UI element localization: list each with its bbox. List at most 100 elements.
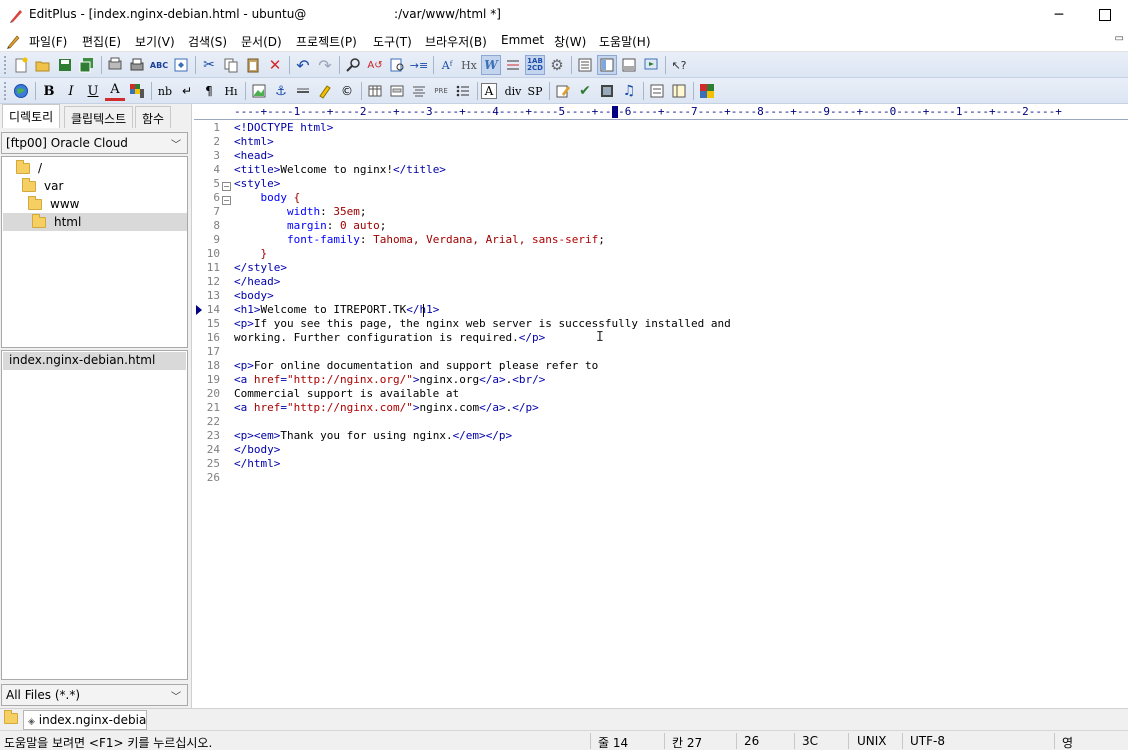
edit-icon[interactable] — [553, 81, 573, 101]
toolbar-grip[interactable] — [4, 56, 7, 74]
copy-icon[interactable] — [221, 55, 241, 75]
table-icon[interactable] — [365, 81, 385, 101]
highlight-icon[interactable] — [315, 81, 335, 101]
browser-preview-icon[interactable] — [171, 55, 191, 75]
menu-tools[interactable]: 도구(T) — [373, 33, 412, 50]
find-icon[interactable] — [343, 55, 363, 75]
form-icon[interactable] — [387, 81, 407, 101]
minimize-button[interactable]: ─ — [1036, 0, 1082, 30]
frame-icon[interactable] — [647, 81, 667, 101]
tree-item-html[interactable]: html — [3, 213, 187, 231]
mdi-restore-icon[interactable]: ▭ — [1115, 33, 1124, 44]
print-icon[interactable] — [127, 55, 147, 75]
span-icon[interactable]: SP — [525, 81, 545, 101]
menu-search[interactable]: 검색(S) — [188, 33, 227, 50]
directory-tree[interactable]: / var www html — [1, 156, 188, 348]
menu-browser[interactable]: 브라우저(B) — [425, 33, 487, 50]
palette-icon[interactable] — [697, 81, 717, 101]
center-icon[interactable] — [409, 81, 429, 101]
paste-icon[interactable] — [243, 55, 263, 75]
tab-directory[interactable]: 디렉토리 — [2, 104, 61, 128]
tab-cliptext[interactable]: 클립텍스트 — [64, 106, 134, 128]
copyright-icon[interactable]: © — [337, 81, 357, 101]
status-separator — [1054, 733, 1055, 749]
bold-icon[interactable]: B — [39, 81, 59, 101]
file-filter-select[interactable]: All Files (*.*) ﹀ — [1, 684, 188, 706]
check-icon[interactable]: ✔ — [575, 81, 595, 101]
audio-icon[interactable]: ♫ — [619, 81, 639, 101]
toolbar-separator — [433, 56, 434, 74]
print-preview-icon[interactable] — [105, 55, 125, 75]
tree-item-www[interactable]: www — [28, 195, 79, 213]
help-icon[interactable]: ↖? — [669, 55, 689, 75]
column-icon[interactable] — [503, 55, 523, 75]
br-icon[interactable]: ↵ — [177, 81, 197, 101]
undo-icon[interactable]: ↶ — [293, 55, 313, 75]
goto-line-icon[interactable]: →≡ — [409, 55, 429, 75]
menu-view[interactable]: 보기(V) — [135, 33, 175, 50]
cliptext-icon[interactable] — [597, 55, 617, 75]
tree-item-var[interactable]: var — [22, 177, 63, 195]
div-icon[interactable]: div — [503, 81, 523, 101]
media-icon[interactable] — [597, 81, 617, 101]
hr-icon[interactable] — [293, 81, 313, 101]
status-eol[interactable]: UNIX — [857, 734, 887, 748]
menu-emmet[interactable]: Emmet — [501, 33, 544, 47]
drive-selector[interactable]: [ftp00] Oracle Cloud ﹀ — [1, 132, 188, 154]
code-editor[interactable]: 1 2 3 4 5 6 7 8 9 10 11 12 13 14 15 16 17 18 19 20 21 22 23 24 2… — [194, 120, 1128, 706]
tree-item-root[interactable]: / — [16, 159, 42, 177]
html-globe-icon[interactable] — [11, 81, 31, 101]
spell-check-icon[interactable]: ABC — [149, 55, 169, 75]
menu-project[interactable]: 프로젝트(P) — [296, 33, 357, 50]
color-picker-icon[interactable] — [127, 81, 147, 101]
find-in-files-icon[interactable] — [387, 55, 407, 75]
layout-icon[interactable] — [669, 81, 689, 101]
menu-document[interactable]: 문서(D) — [241, 33, 282, 50]
menu-window[interactable]: 창(W) — [554, 33, 586, 50]
code-line: <title>Welcome to nginx!</title> — [234, 163, 446, 176]
status-encoding[interactable]: UTF-8 — [910, 734, 945, 748]
code-line: </style> — [234, 261, 287, 274]
toolbar-separator — [477, 82, 478, 100]
screen-icon[interactable] — [641, 55, 661, 75]
save-icon[interactable] — [55, 55, 75, 75]
settings-icon[interactable]: ⚙ — [547, 55, 567, 75]
cut-icon[interactable]: ✂ — [199, 55, 219, 75]
line-number-icon[interactable]: 1AB 2CD — [525, 55, 545, 75]
menu-edit[interactable]: 편집(E) — [82, 33, 121, 50]
save-all-icon[interactable] — [77, 55, 97, 75]
new-file-icon[interactable] — [11, 55, 31, 75]
file-list-item[interactable]: index.nginx-debian.html — [3, 352, 186, 370]
redo-icon[interactable]: ↷ — [315, 55, 335, 75]
italic-icon[interactable]: I — [61, 81, 81, 101]
anchor-icon[interactable]: ⚓ — [271, 81, 291, 101]
output-window-icon[interactable] — [619, 55, 639, 75]
list-icon[interactable] — [453, 81, 473, 101]
directory-window-icon[interactable] — [575, 55, 595, 75]
hex-icon[interactable]: Hx — [459, 55, 479, 75]
document-tab-label: index.nginx-debia — [38, 713, 147, 727]
open-icon[interactable] — [33, 55, 53, 75]
folder-icon[interactable] — [4, 710, 18, 724]
fold-collapse-icon[interactable]: − — [222, 196, 231, 205]
menu-help[interactable]: 도움말(H) — [599, 33, 651, 50]
toolbar-grip[interactable] — [4, 82, 7, 100]
font-icon[interactable]: Aᶠ — [437, 55, 457, 75]
pre-icon[interactable]: PRE — [431, 81, 451, 101]
fold-collapse-icon[interactable]: − — [222, 182, 231, 191]
image-icon[interactable] — [249, 81, 269, 101]
delete-icon[interactable]: ✕ — [265, 55, 285, 75]
maximize-button[interactable] — [1082, 0, 1128, 30]
replace-icon[interactable]: A↺ — [365, 55, 385, 75]
underline-icon[interactable]: U — [83, 81, 103, 101]
document-tab[interactable]: ◈ index.nginx-debia ⊠ — [23, 710, 147, 730]
word-wrap-icon[interactable]: W — [481, 55, 501, 75]
font-tag-icon[interactable]: A — [481, 83, 497, 99]
tab-functions[interactable]: 함수 — [135, 106, 172, 128]
menu-file[interactable]: 파일(F) — [29, 33, 67, 50]
heading-icon[interactable]: Hı — [221, 81, 241, 101]
font-color-icon[interactable]: A — [105, 81, 125, 101]
paragraph-icon[interactable]: ¶ — [199, 81, 219, 101]
nbsp-icon[interactable]: nb — [155, 81, 175, 101]
file-list[interactable]: index.nginx-debian.html — [1, 350, 188, 680]
